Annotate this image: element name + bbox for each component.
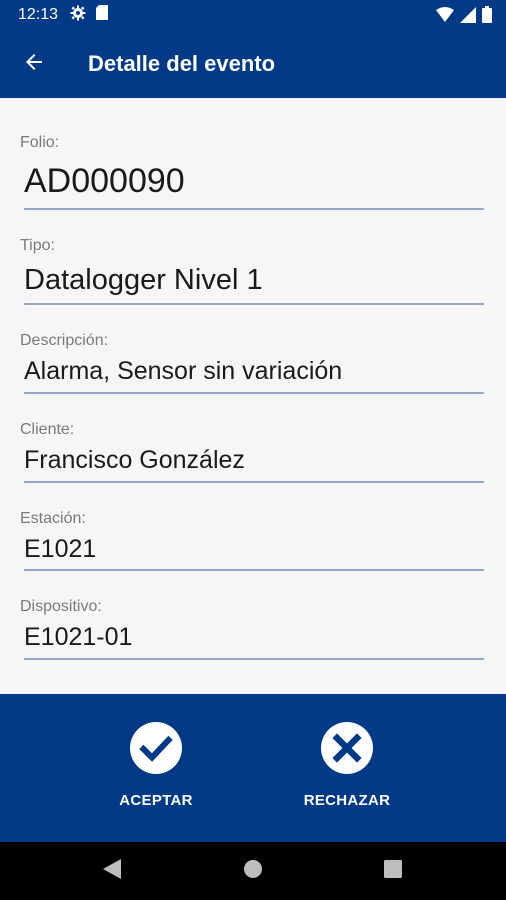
- reject-label: RECHAZAR: [303, 792, 391, 809]
- descripcion-label: Descripción:: [20, 332, 109, 349]
- nav-recents-button[interactable]: [378, 856, 408, 886]
- nav-home-button[interactable]: [238, 856, 268, 886]
- accept-button[interactable]: ACEPTAR: [76, 694, 236, 842]
- status-bar: 12:13: [0, 0, 506, 30]
- tipo-underline: [24, 303, 484, 305]
- tipo-label: Tipo:: [20, 237, 55, 254]
- x-circle-icon: [321, 722, 373, 774]
- dispositivo-value[interactable]: E1021-01: [24, 623, 132, 652]
- wifi-icon: [436, 6, 454, 28]
- folio-value[interactable]: AD000090: [24, 162, 185, 201]
- cliente-value[interactable]: Francisco González: [24, 446, 245, 475]
- gear-icon: [70, 5, 86, 26]
- arrow-left-icon: [22, 50, 46, 79]
- reject-button[interactable]: RECHAZAR: [267, 694, 427, 842]
- triangle-back-icon: [103, 858, 121, 884]
- page-title: Detalle del evento: [88, 51, 276, 76]
- back-button[interactable]: [8, 38, 60, 90]
- descripcion-value[interactable]: Alarma, Sensor sin variación: [24, 357, 342, 386]
- status-right-icons: [436, 6, 492, 28]
- dispositivo-underline: [24, 658, 484, 660]
- dispositivo-label: Dispositivo:: [20, 598, 102, 615]
- signal-icon: [460, 6, 476, 28]
- cliente-label: Cliente:: [20, 421, 75, 438]
- battery-icon: [482, 6, 492, 28]
- folio-underline: [24, 208, 484, 210]
- cliente-underline: [24, 481, 484, 483]
- system-nav-bar: [0, 842, 506, 900]
- status-left-icons: [70, 5, 109, 26]
- accept-label: ACEPTAR: [119, 792, 193, 809]
- status-time: 12:13: [18, 6, 59, 23]
- app-bar: Detalle del evento: [0, 30, 506, 98]
- check-circle-icon: [130, 722, 182, 774]
- estacion-value[interactable]: E1021: [24, 535, 96, 564]
- event-detail-form: Folio: AD000090 Tipo: Datalogger Nivel 1…: [0, 98, 506, 694]
- folio-label: Folio:: [20, 134, 60, 151]
- circle-home-icon: [243, 859, 263, 884]
- nav-back-button[interactable]: [97, 856, 127, 886]
- action-bar: ACEPTAR RECHAZAR: [0, 694, 506, 842]
- estacion-underline: [24, 569, 484, 571]
- square-recents-icon: [384, 859, 402, 883]
- tipo-value[interactable]: Datalogger Nivel 1: [24, 264, 263, 297]
- descripcion-underline: [24, 392, 484, 394]
- sd-card-icon: [96, 5, 109, 25]
- estacion-label: Estación:: [20, 510, 86, 527]
